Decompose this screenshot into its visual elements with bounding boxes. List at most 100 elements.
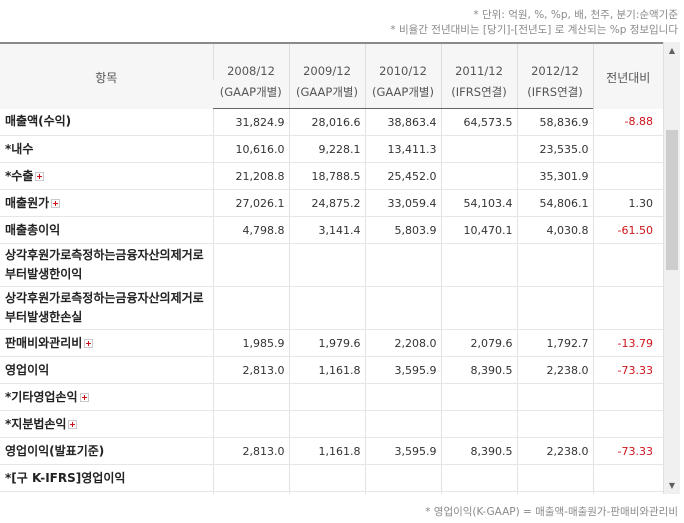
row-label: 상각후원가로측정하는금융자산의제거로부터발생한이익 bbox=[5, 248, 204, 281]
yoy-cell: -73.33 bbox=[592, 356, 663, 384]
value-cell: 21,208.8 bbox=[212, 162, 289, 190]
row-label: *[구 K-IFRS]영업이익 bbox=[5, 470, 126, 485]
row-label: *내수 bbox=[5, 141, 34, 156]
value-cell: 38,863.4 bbox=[364, 108, 441, 136]
accounting-standard-header: (GAAP개별) bbox=[213, 80, 289, 109]
accounting-standard-header: (GAAP개별) bbox=[364, 80, 441, 109]
row-label: 영업이익 bbox=[5, 362, 50, 377]
vertical-scrollbar[interactable]: ▲ ▼ bbox=[663, 42, 680, 494]
yoy-cell: -8.88 bbox=[592, 108, 663, 136]
scroll-down-arrow-icon[interactable]: ▼ bbox=[664, 477, 680, 494]
yoy-cell: -13.79 bbox=[592, 329, 663, 357]
row-label-cell[interactable]: *지분법손익 bbox=[0, 410, 213, 438]
value-cell bbox=[516, 286, 593, 330]
row-label: 영업이익(발표기준) bbox=[5, 443, 105, 458]
value-cell bbox=[440, 162, 517, 190]
period-year-header: 2009/12 bbox=[288, 43, 365, 80]
yoy-cell bbox=[592, 286, 663, 330]
value-cell: 1,792.7 bbox=[516, 329, 593, 357]
value-cell: 28,016.6 bbox=[288, 108, 365, 136]
value-cell: 18,788.5 bbox=[288, 162, 365, 190]
value-cell: 2,813.0 bbox=[212, 356, 289, 384]
table-row: 판매비와관리비 1,985.9 1,979.6 2,208.0 2,079.6 1,792… bbox=[0, 329, 663, 357]
value-cell: 54,806.1 bbox=[516, 189, 593, 217]
period-year-header: 2008/12 bbox=[212, 43, 289, 80]
accounting-standard-header: (GAAP개별) bbox=[288, 80, 365, 109]
row-label-cell[interactable]: 금융수익 bbox=[0, 491, 213, 494]
value-cell bbox=[212, 410, 289, 438]
yoy-column-header: 전년대비 bbox=[592, 43, 663, 109]
value-cell bbox=[440, 243, 517, 287]
value-cell: 1,161.8 bbox=[288, 356, 365, 384]
value-cell bbox=[440, 383, 517, 411]
table-row: *수출 21,208.8 18,788.5 25,452.0 35,301.9 bbox=[0, 162, 663, 190]
table-row: 영업이익(발표기준) 2,813.0 1,161.8 3,595.9 8,390.5 2,… bbox=[0, 437, 663, 465]
value-cell: 3,595.9 bbox=[364, 437, 441, 465]
yoy-calculation-note: * 비율간 전년대비는 [당기]-[전년도] 로 계산되는 %p 정보입니다 bbox=[390, 24, 678, 36]
value-cell bbox=[212, 464, 289, 492]
value-cell: 10,470.1 bbox=[440, 216, 517, 244]
operating-income-formula-note: * 영업이익(K-GAAP) = 매출액-매출원가-판매비와관리비 bbox=[425, 506, 678, 518]
value-cell: 8,390.5 bbox=[440, 437, 517, 465]
value-cell bbox=[516, 383, 593, 411]
yoy-cell bbox=[592, 464, 663, 492]
row-label: *지분법손익 bbox=[5, 416, 67, 431]
value-cell: 8,390.5 bbox=[440, 356, 517, 384]
value-cell bbox=[440, 464, 517, 492]
accounting-standard-header: (IFRS연결) bbox=[516, 80, 593, 109]
row-label-cell[interactable]: *수출 bbox=[0, 162, 213, 190]
value-cell bbox=[212, 243, 289, 287]
row-label-cell[interactable]: 매출원가 bbox=[0, 189, 213, 217]
expand-plus-icon[interactable] bbox=[51, 198, 61, 208]
value-cell: 24,875.2 bbox=[288, 189, 365, 217]
value-cell: 35,301.9 bbox=[516, 162, 593, 190]
value-cell bbox=[440, 286, 517, 330]
yoy-cell: 1.30 bbox=[592, 189, 663, 217]
period-year-header: 2012/12 bbox=[516, 43, 593, 80]
row-label-cell[interactable]: *기타영업손익 bbox=[0, 383, 213, 411]
yoy-cell: -61.50 bbox=[592, 216, 663, 244]
value-cell: 3,141.4 bbox=[288, 216, 365, 244]
value-cell bbox=[288, 286, 365, 330]
expand-plus-icon[interactable] bbox=[79, 392, 89, 402]
value-cell: 2,079.6 bbox=[440, 329, 517, 357]
value-cell bbox=[516, 243, 593, 287]
row-label-cell: 매출액(수익) bbox=[0, 108, 213, 136]
value-cell bbox=[516, 464, 593, 492]
expand-plus-icon[interactable] bbox=[84, 338, 94, 348]
value-cell bbox=[440, 410, 517, 438]
table-row: 상각후원가로측정하는금융자산의제거로부터발생한이익 bbox=[0, 243, 663, 287]
value-cell bbox=[364, 410, 441, 438]
row-label-cell: *[구 K-IFRS]영업이익 bbox=[0, 464, 213, 492]
row-label-cell: 상각후원가로측정하는금융자산의제거로부터발생한손실 bbox=[0, 286, 213, 330]
value-cell bbox=[364, 243, 441, 287]
value-cell: 4,798.8 bbox=[212, 216, 289, 244]
row-label: 매출총이익 bbox=[5, 222, 61, 237]
scrollbar-thumb[interactable] bbox=[666, 130, 678, 270]
yoy-cell: 21.42 bbox=[592, 491, 663, 494]
value-cell: 1,985.9 bbox=[212, 329, 289, 357]
value-cell: 2,208.0 bbox=[364, 329, 441, 357]
expand-plus-icon[interactable] bbox=[35, 171, 45, 181]
yoy-cell bbox=[592, 383, 663, 411]
row-label: 매출액(수익) bbox=[5, 114, 72, 129]
value-cell bbox=[364, 464, 441, 492]
row-label-cell: *내수 bbox=[0, 135, 213, 163]
row-label: 상각후원가로측정하는금융자산의제거로부터발생한손실 bbox=[5, 291, 204, 324]
table-row: 매출총이익 4,798.8 3,141.4 5,803.9 10,470.1 4,030.… bbox=[0, 216, 663, 244]
row-label: *수출 bbox=[5, 168, 34, 183]
expand-plus-icon[interactable] bbox=[68, 419, 78, 429]
value-cell bbox=[288, 410, 365, 438]
row-label-cell: 영업이익(발표기준) bbox=[0, 437, 213, 465]
row-label-cell[interactable]: 판매비와관리비 bbox=[0, 329, 213, 357]
value-cell: 88.6 bbox=[288, 491, 365, 494]
table-row: *기타영업손익 bbox=[0, 383, 663, 411]
value-cell: 13,411.3 bbox=[364, 135, 441, 163]
value-cell: 31,824.9 bbox=[212, 108, 289, 136]
value-cell: 2,238.0 bbox=[516, 356, 593, 384]
value-cell bbox=[288, 383, 365, 411]
value-cell: 3,595.9 bbox=[364, 356, 441, 384]
row-label: *기타영업손익 bbox=[5, 389, 78, 404]
scroll-up-arrow-icon[interactable]: ▲ bbox=[664, 42, 680, 59]
value-cell: 27,026.1 bbox=[212, 189, 289, 217]
